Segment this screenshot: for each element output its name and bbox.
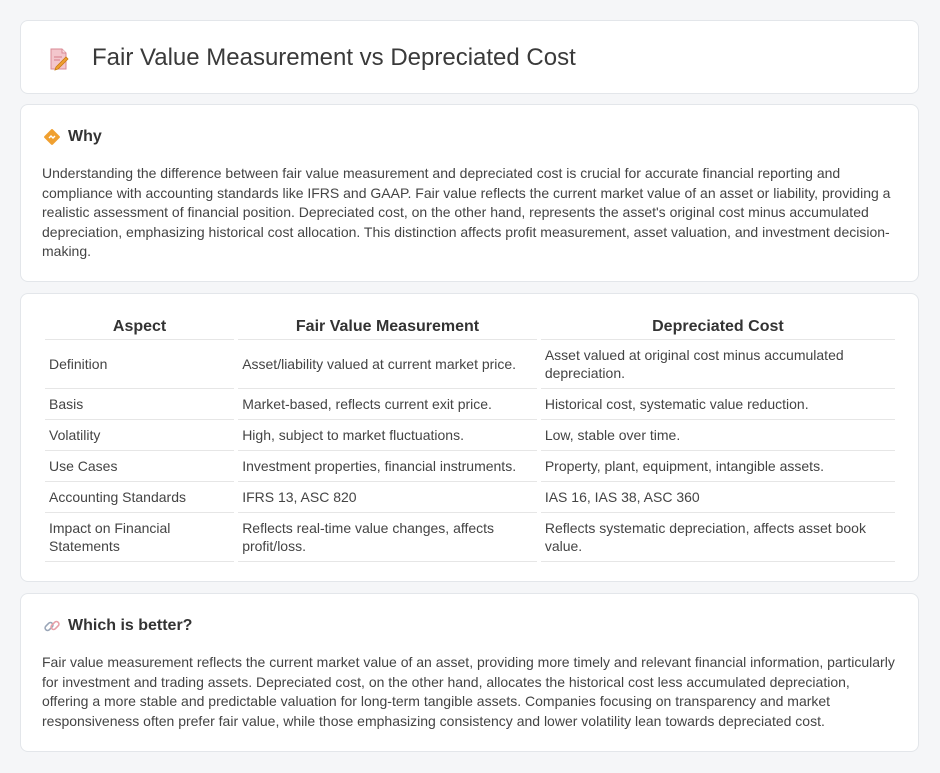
better-title: Which is better? [68, 617, 193, 634]
title-card: Fair Value Measurement vs Depreciated Co… [20, 20, 919, 94]
row-aspect: Impact on Financial Statements [45, 513, 235, 562]
better-heading: Which is better? [43, 616, 192, 636]
link-icon [43, 617, 61, 635]
row-fair-value: High, subject to market fluctuations. [238, 420, 537, 451]
row-depreciated-cost: Asset valued at original cost minus accu… [540, 340, 895, 389]
row-fair-value: IFRS 13, ASC 820 [238, 482, 537, 513]
table-row: Accounting Standards IFRS 13, ASC 820 IA… [45, 482, 895, 513]
document-pencil-icon [48, 47, 70, 71]
why-text: Understanding the difference between fai… [42, 165, 891, 259]
comparison-section: Aspect Fair Value Measurement Depreciate… [20, 293, 919, 582]
header-depreciated-cost: Depreciated Cost [540, 316, 895, 340]
header-aspect: Aspect [45, 316, 235, 340]
row-fair-value: Asset/liability valued at current market… [238, 340, 537, 389]
row-depreciated-cost: Historical cost, systematic value reduct… [540, 389, 895, 420]
row-aspect: Accounting Standards [45, 482, 235, 513]
why-title: Why [68, 128, 102, 145]
row-depreciated-cost: Low, stable over time. [540, 420, 895, 451]
better-text: Fair value measurement reflects the curr… [42, 654, 895, 729]
header-fair-value: Fair Value Measurement [238, 316, 537, 340]
why-section: Why Understanding the difference between… [20, 104, 919, 282]
row-aspect: Basis [45, 389, 235, 420]
row-aspect: Volatility [45, 420, 235, 451]
row-fair-value: Market-based, reflects current exit pric… [238, 389, 537, 420]
table-row: Use Cases Investment properties, financi… [45, 451, 895, 482]
table-header-row: Aspect Fair Value Measurement Depreciate… [45, 316, 895, 340]
row-aspect: Definition [45, 340, 235, 389]
row-fair-value: Investment properties, financial instrum… [238, 451, 537, 482]
row-depreciated-cost: Reflects systematic depreciation, affect… [540, 513, 895, 562]
table-row: Definition Asset/liability valued at cur… [45, 340, 895, 389]
row-depreciated-cost: Property, plant, equipment, intangible a… [540, 451, 895, 482]
table-row: Impact on Financial Statements Reflects … [45, 513, 895, 562]
comparison-table: Aspect Fair Value Measurement Depreciate… [41, 316, 899, 562]
row-aspect: Use Cases [45, 451, 235, 482]
page-title: Fair Value Measurement vs Depreciated Co… [92, 44, 576, 71]
table-row: Volatility High, subject to market fluct… [45, 420, 895, 451]
row-depreciated-cost: IAS 16, IAS 38, ASC 360 [540, 482, 895, 513]
row-fair-value: Reflects real-time value changes, affect… [238, 513, 537, 562]
table-row: Basis Market-based, reflects current exi… [45, 389, 895, 420]
which-is-better-section: Which is better? Fair value measurement … [20, 593, 919, 752]
diamond-signpost-icon [43, 128, 61, 146]
why-heading: Why [43, 127, 102, 147]
